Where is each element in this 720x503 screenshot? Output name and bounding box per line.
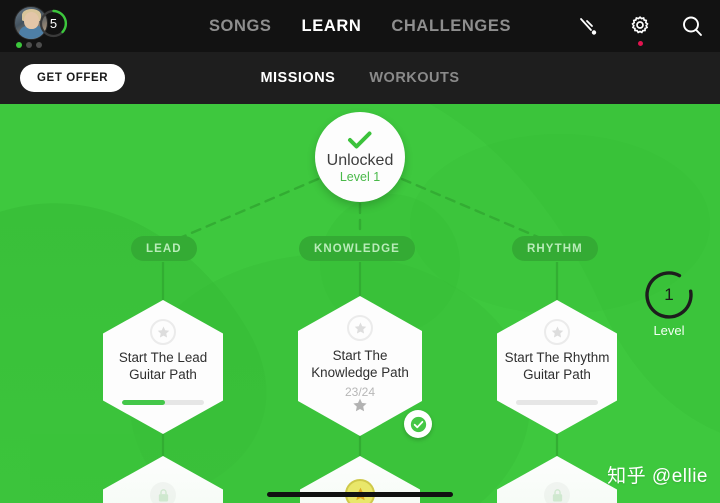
tab-workouts[interactable]: WORKOUTS — [369, 70, 459, 86]
path-node-next-lead[interactable] — [103, 456, 223, 503]
search-icon[interactable] — [680, 14, 704, 38]
unlocked-root-node[interactable]: Unlocked Level 1 — [315, 112, 405, 202]
completed-check-badge — [404, 410, 432, 438]
category-label: LEAD — [146, 242, 182, 255]
star-outline-icon — [150, 319, 176, 345]
nav-item-learn[interactable]: LEARN — [302, 17, 362, 36]
path-node-next-rhythm[interactable] — [497, 456, 617, 503]
title-line-2: Guitar Path — [523, 366, 591, 382]
title-line-2: Knowledge Path — [311, 364, 409, 380]
lock-icon — [544, 482, 570, 503]
star-filled-icon — [353, 398, 368, 418]
gear-icon[interactable] — [628, 14, 652, 46]
gold-star-icon — [345, 479, 375, 503]
home-indicator — [267, 492, 453, 497]
level-gauge: 1 Level — [643, 269, 701, 341]
path-node-title: Start The Knowledge Path — [301, 348, 419, 381]
level-gauge-label: Level — [653, 323, 685, 338]
title-line-1: Start The — [332, 348, 388, 363]
top-navigation-bar: 5 SONGS LEARN CHALLENGES — [0, 0, 720, 52]
progress-bar-fill — [122, 400, 165, 405]
title-line-2: Guitar Path — [129, 366, 197, 382]
category-pill-knowledge[interactable]: KNOWLEDGE — [299, 236, 415, 261]
tuning-fork-icon[interactable] — [576, 14, 600, 38]
progress-bar — [516, 400, 598, 405]
title-line-1: Start The Rhythm — [504, 350, 610, 365]
watermark-text: 知乎 @ellie — [607, 466, 708, 487]
tab-missions[interactable]: MISSIONS — [260, 70, 335, 86]
tab-group: MISSIONS WORKOUTS — [0, 52, 720, 104]
check-icon — [348, 131, 372, 148]
star-outline-icon — [544, 319, 570, 345]
category-label: RHYTHM — [527, 242, 583, 255]
check-icon — [410, 416, 426, 432]
progress-bar — [122, 400, 204, 405]
nav-item-challenges[interactable]: CHALLENGES — [391, 17, 511, 36]
category-pill-rhythm[interactable]: RHYTHM — [512, 236, 598, 261]
path-node-knowledge[interactable]: Start The Knowledge Path 23/24 — [298, 296, 432, 438]
path-node-lead[interactable]: Start The Lead Guitar Path — [103, 300, 223, 434]
category-label: KNOWLEDGE — [314, 242, 400, 255]
nav-item-songs[interactable]: SONGS — [209, 17, 272, 36]
category-pill-lead[interactable]: LEAD — [131, 236, 197, 261]
progress-fraction-label: 23/24 — [344, 385, 376, 399]
lock-icon — [150, 482, 176, 503]
path-node-title: Start The Rhythm Guitar Path — [500, 350, 614, 383]
title-line-1: Start The Lead — [118, 350, 208, 365]
secondary-bar: GET OFFER MISSIONS WORKOUTS — [0, 52, 720, 104]
notification-badge-dot — [638, 41, 643, 46]
learning-path-canvas: Unlocked Level 1 LEAD KNOWLEDGE RHYTHM S… — [0, 104, 720, 503]
star-outline-icon — [347, 315, 373, 341]
unlocked-status-label: Unlocked — [326, 151, 394, 169]
app-root: 5 SONGS LEARN CHALLENGES GET OFFER MISSI… — [0, 0, 720, 503]
level-gauge-value: 1 — [664, 285, 674, 304]
path-node-title: Start The Lead Guitar Path — [106, 350, 220, 383]
path-node-rhythm[interactable]: Start The Rhythm Guitar Path — [497, 300, 617, 434]
unlocked-level-label: Level 1 — [339, 169, 381, 184]
nav-icon-group — [576, 0, 704, 52]
